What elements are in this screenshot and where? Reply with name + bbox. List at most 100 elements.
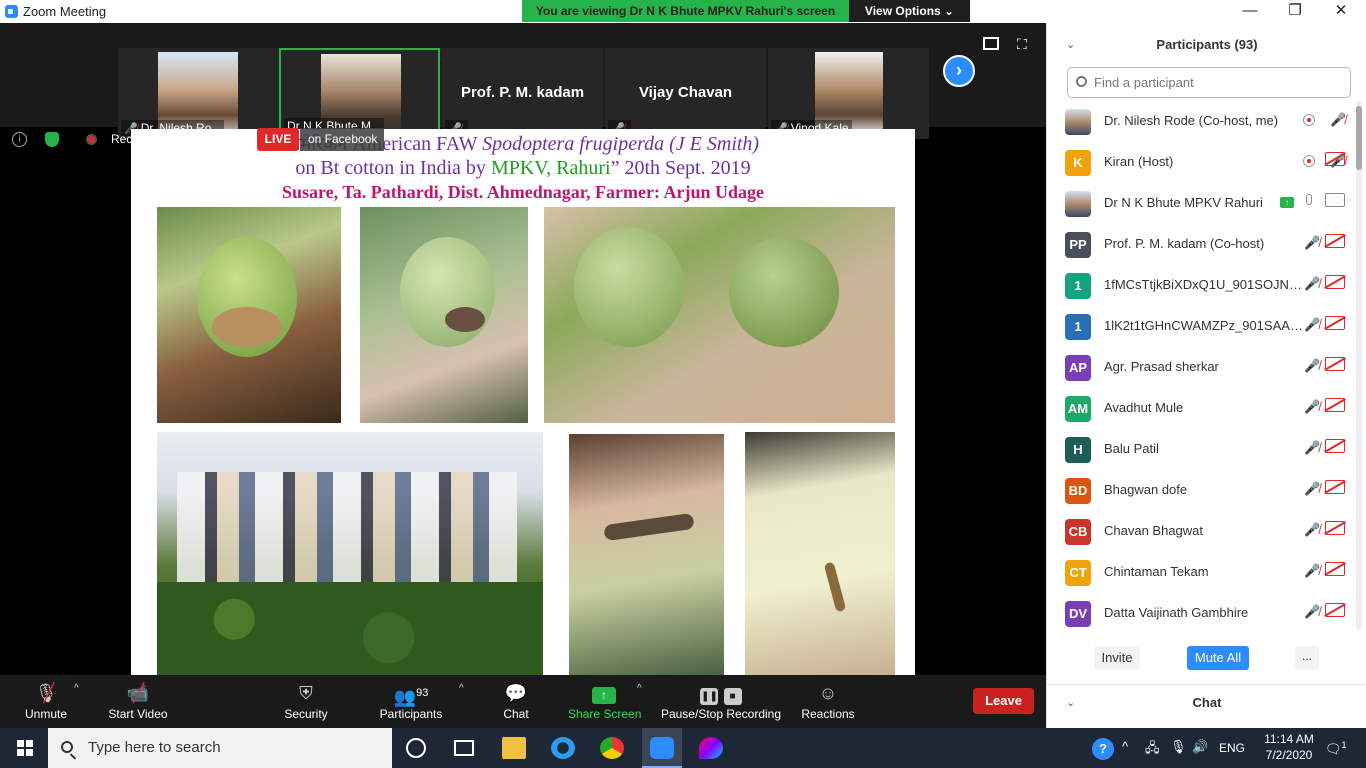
participant-row[interactable]: AM Avadhut Mule 🎤̸ — [1047, 388, 1357, 429]
unmute-button[interactable]: 🎙 ╱ Unmute — [16, 675, 76, 728]
photo-boll-2 — [360, 207, 528, 423]
participants-options-caret-icon[interactable]: ^ — [459, 683, 464, 694]
pause-stop-recording-button[interactable]: ❚❚ ■ Pause/Stop Recording — [660, 675, 782, 728]
cortana-icon[interactable] — [406, 738, 426, 758]
sharing-screen-icon: ↑ — [1280, 197, 1294, 208]
chat-bubble-icon: 💬 — [504, 683, 528, 703]
muted-mic-icon[interactable]: 🎤̸ — [1304, 481, 1320, 497]
minimize-button[interactable]: — — [1227, 0, 1273, 23]
notifications-icon[interactable]: 🗨1 — [1325, 740, 1347, 757]
participant-row[interactable]: DV Datta Vaijinath Gambhire 🎤̸ — [1047, 593, 1357, 634]
slide-text: on Bt cotton in India by — [295, 157, 491, 179]
chat-button[interactable]: 💬 Chat — [496, 675, 536, 728]
next-page-arrow-icon[interactable]: › — [943, 55, 975, 87]
participant-row[interactable]: 1 1lK2t1tGHnCWAMZPz_901SAAA... 🎤̸ — [1047, 306, 1357, 347]
internet-explorer-icon[interactable] — [551, 737, 575, 759]
muted-mic-icon[interactable]: 🎤̸ — [1304, 358, 1320, 374]
view-options-button[interactable]: View Options ⌄ — [849, 0, 970, 22]
taskbar-search-box[interactable]: Type here to search — [48, 728, 392, 768]
chat-label: Chat — [503, 707, 529, 721]
camera-off-icon[interactable] — [1325, 398, 1345, 412]
participant-name: 1fMCsTtjkBiXDxQ1U_901SOJN+... — [1104, 277, 1304, 292]
reactions-button[interactable]: ☺ Reactions — [798, 675, 858, 728]
taskbar-clock[interactable]: 11:14 AM 7/2/2020 — [1257, 731, 1321, 763]
invite-button[interactable]: Invite — [1094, 646, 1140, 670]
participants-button[interactable]: 👥93 Participants — [376, 675, 446, 728]
participant-row[interactable]: 1 1fMCsTtjkBiXDxQ1U_901SOJN+... 🎤̸ — [1047, 265, 1357, 306]
participant-row[interactable]: Dr. Nilesh Rode (Co-host, me) 🎤̸ — [1047, 101, 1357, 142]
close-window-button[interactable]: ✕ — [1318, 0, 1364, 23]
recording-dot-icon — [86, 134, 97, 145]
muted-mic-icon[interactable]: 🎤̸ — [1304, 276, 1320, 292]
video-tile-bhute[interactable]: Dr N K Bhute M... — [279, 48, 440, 139]
camera-off-icon[interactable] — [1325, 439, 1345, 453]
layout-view-icon[interactable] — [983, 37, 999, 50]
audio-options-caret-icon[interactable]: ^ — [74, 683, 79, 694]
muted-mic-icon[interactable]: 🎤̸ — [1304, 399, 1320, 415]
restore-button[interactable]: ❐ — [1272, 0, 1318, 23]
muted-mic-icon[interactable]: 🎤̸ — [1304, 604, 1320, 620]
camera-icon[interactable] — [1325, 193, 1345, 207]
language-indicator[interactable]: ENG — [1219, 741, 1245, 755]
avatar: BD — [1065, 478, 1091, 504]
muted-mic-icon[interactable]: 🎤̸ — [1330, 112, 1346, 128]
video-tile-kadam[interactable]: Prof. P. M. kadam 🎤̸ — [442, 48, 603, 139]
paint-3d-icon[interactable] — [699, 737, 723, 759]
muted-mic-icon[interactable]: 🎤̸ — [1304, 317, 1320, 333]
share-screen-button[interactable]: ↑ Share Screen — [568, 675, 642, 728]
meeting-info-icon[interactable]: i — [12, 132, 27, 147]
live-badge[interactable]: LIVE — [257, 128, 299, 151]
camera-off-icon[interactable] — [1325, 275, 1345, 289]
camera-off-icon[interactable] — [1325, 316, 1345, 330]
camera-off-icon[interactable] — [1325, 152, 1345, 166]
muted-mic-icon[interactable]: 🎤̸ — [1304, 563, 1320, 579]
help-icon[interactable]: ? — [1092, 738, 1114, 760]
slide-title-line1: अमेरिकन American FAW Spodoptera frugiper… — [131, 132, 915, 156]
volume-icon[interactable]: 🔊 — [1192, 739, 1208, 755]
mute-all-button[interactable]: Mute All — [1187, 646, 1249, 670]
avatar: K — [1065, 150, 1091, 176]
participant-row[interactable]: K Kiran (Host) 🎤̸ — [1047, 142, 1357, 183]
share-screen-label: Share Screen — [568, 707, 642, 721]
leave-button[interactable]: Leave — [973, 688, 1034, 714]
participant-row[interactable]: Dr N K Bhute MPKV Rahuri ↑ — [1047, 183, 1357, 224]
windows-start-icon[interactable] — [17, 740, 33, 756]
chrome-icon[interactable] — [600, 737, 624, 759]
avatar — [1065, 109, 1091, 135]
share-options-caret-icon[interactable]: ^ — [637, 683, 642, 694]
participant-row[interactable]: PP Prof. P. M. kadam (Co-host) 🎤̸ — [1047, 224, 1357, 265]
network-icon[interactable]: 🖧 — [1145, 739, 1160, 761]
participant-row[interactable]: AP Agr. Prasad sherkar 🎤̸ — [1047, 347, 1357, 388]
camera-off-icon[interactable] — [1325, 521, 1345, 535]
shared-screen-slide: अमेरिकन American FAW Spodoptera frugiper… — [131, 129, 915, 675]
encryption-shield-icon[interactable] — [45, 132, 59, 147]
microphone-icon[interactable] — [1306, 194, 1312, 205]
camera-off-icon[interactable] — [1325, 234, 1345, 248]
participant-row[interactable]: H Balu Patil 🎤̸ — [1047, 429, 1357, 470]
start-video-button[interactable]: 📹 ╱ Start Video — [103, 675, 173, 728]
participant-row[interactable]: BD Bhagwan dofe 🎤̸ — [1047, 470, 1357, 511]
participant-row[interactable]: CT Chintaman Tekam 🎤̸ — [1047, 552, 1357, 593]
find-participant-input[interactable]: Find a participant — [1067, 67, 1351, 98]
more-options-button[interactable]: ... — [1295, 646, 1319, 670]
camera-off-icon[interactable] — [1325, 562, 1345, 576]
video-tile-vinod[interactable]: 🎤̸Vinod Kale — [768, 48, 929, 139]
fullscreen-icon[interactable]: ⛶ — [1017, 37, 1033, 51]
camera-off-icon[interactable] — [1325, 357, 1345, 371]
video-tile-nilesh[interactable]: 🎤̸Dr. Nilesh Ro... — [118, 48, 279, 139]
camera-off-icon[interactable] — [1325, 480, 1345, 494]
video-tile-vijay[interactable]: Vijay Chavan 🎤̸ — [605, 48, 766, 139]
participant-row[interactable]: CB Chavan Bhagwat 🎤̸ — [1047, 511, 1357, 552]
zoom-icon[interactable] — [650, 737, 674, 759]
file-explorer-icon[interactable] — [502, 737, 526, 759]
show-hidden-icons-icon[interactable]: ^ — [1122, 739, 1128, 754]
muted-mic-icon[interactable]: 🎤̸ — [1304, 522, 1320, 538]
tile-big-name: Vijay Chavan — [638, 84, 733, 101]
camera-off-icon[interactable] — [1325, 603, 1345, 617]
search-icon — [1076, 76, 1087, 87]
task-view-icon[interactable] — [454, 740, 474, 756]
muted-mic-icon[interactable]: 🎤̸ — [1304, 440, 1320, 456]
security-button[interactable]: ⛨ Security — [278, 675, 334, 728]
muted-mic-icon[interactable]: 🎤̸ — [1304, 235, 1320, 251]
microphone-tray-icon[interactable]: 🎙 — [1170, 739, 1187, 755]
